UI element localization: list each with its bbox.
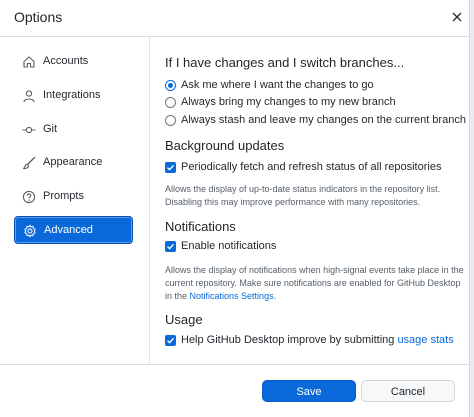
- git-commit-icon: [22, 123, 36, 137]
- gear-icon: [23, 224, 37, 238]
- person-icon: [22, 89, 36, 103]
- options-dialog: Options Accounts Integrations Git Appear…: [0, 0, 470, 417]
- dialog-title: Options: [14, 9, 63, 25]
- close-icon[interactable]: [450, 10, 464, 24]
- radio-label: Always bring my changes to my new branch: [181, 96, 396, 108]
- notifications-description: Allows the display of notifications when…: [165, 264, 465, 303]
- checkbox-label: Enable notifications: [181, 240, 277, 252]
- usage-label-text: Help GitHub Desktop improve by submittin…: [181, 334, 398, 346]
- sidebar-item-label: Advanced: [44, 224, 93, 236]
- checkbox[interactable]: [165, 335, 176, 346]
- sidebar-item-label: Integrations: [43, 89, 101, 101]
- advanced-settings-panel: If I have changes and I switch branches.…: [150, 37, 469, 364]
- sidebar-item-integrations[interactable]: Integrations: [14, 82, 133, 110]
- sidebar-item-appearance[interactable]: Appearance: [14, 149, 133, 177]
- checkbox-label: Periodically fetch and refresh status of…: [181, 161, 442, 173]
- branches-heading: If I have changes and I switch branches.…: [165, 55, 405, 70]
- background-updates-heading: Background updates: [165, 138, 285, 153]
- usage-heading: Usage: [165, 312, 203, 327]
- background-window-edge: [470, 0, 474, 417]
- usage-stats-link[interactable]: usage stats: [397, 334, 453, 346]
- background-updates-description: Allows the display of up-to-date status …: [165, 184, 441, 207]
- sidebar-item-accounts[interactable]: Accounts: [14, 48, 133, 76]
- sidebar-item-prompts[interactable]: Prompts: [14, 183, 133, 211]
- radio-button[interactable]: [165, 80, 176, 91]
- notifications-heading: Notifications: [165, 219, 236, 234]
- sidebar-item-label: Git: [43, 123, 58, 135]
- question-icon: [22, 190, 36, 204]
- home-icon: [22, 55, 36, 69]
- radio-label: Ask me where I want the changes to go: [181, 79, 374, 91]
- sidebar: Accounts Integrations Git Appearance Pro…: [0, 37, 150, 364]
- checkbox[interactable]: [165, 162, 176, 173]
- cancel-button[interactable]: Cancel: [361, 380, 455, 402]
- checkbox[interactable]: [165, 241, 176, 252]
- checkbox-label: Help GitHub Desktop improve by submittin…: [181, 334, 454, 346]
- radio-button[interactable]: [165, 97, 176, 108]
- sidebar-item-label: Appearance: [43, 156, 103, 168]
- title-bar: Options: [0, 0, 469, 36]
- sidebar-item-advanced[interactable]: Advanced: [14, 216, 133, 244]
- radio-label: Always stash and leave my changes on the…: [181, 114, 466, 126]
- radio-button[interactable]: [165, 115, 176, 126]
- notifications-description-end: .: [273, 291, 277, 301]
- sidebar-item-git[interactable]: Git: [14, 116, 133, 144]
- save-button[interactable]: Save: [262, 380, 356, 402]
- sidebar-item-label: Accounts: [43, 55, 89, 67]
- sidebar-item-label: Prompts: [43, 190, 84, 202]
- notifications-settings-link[interactable]: Notifications Settings: [190, 291, 274, 301]
- paintbrush-icon: [22, 156, 36, 170]
- dialog-footer: Save Cancel: [0, 365, 469, 417]
